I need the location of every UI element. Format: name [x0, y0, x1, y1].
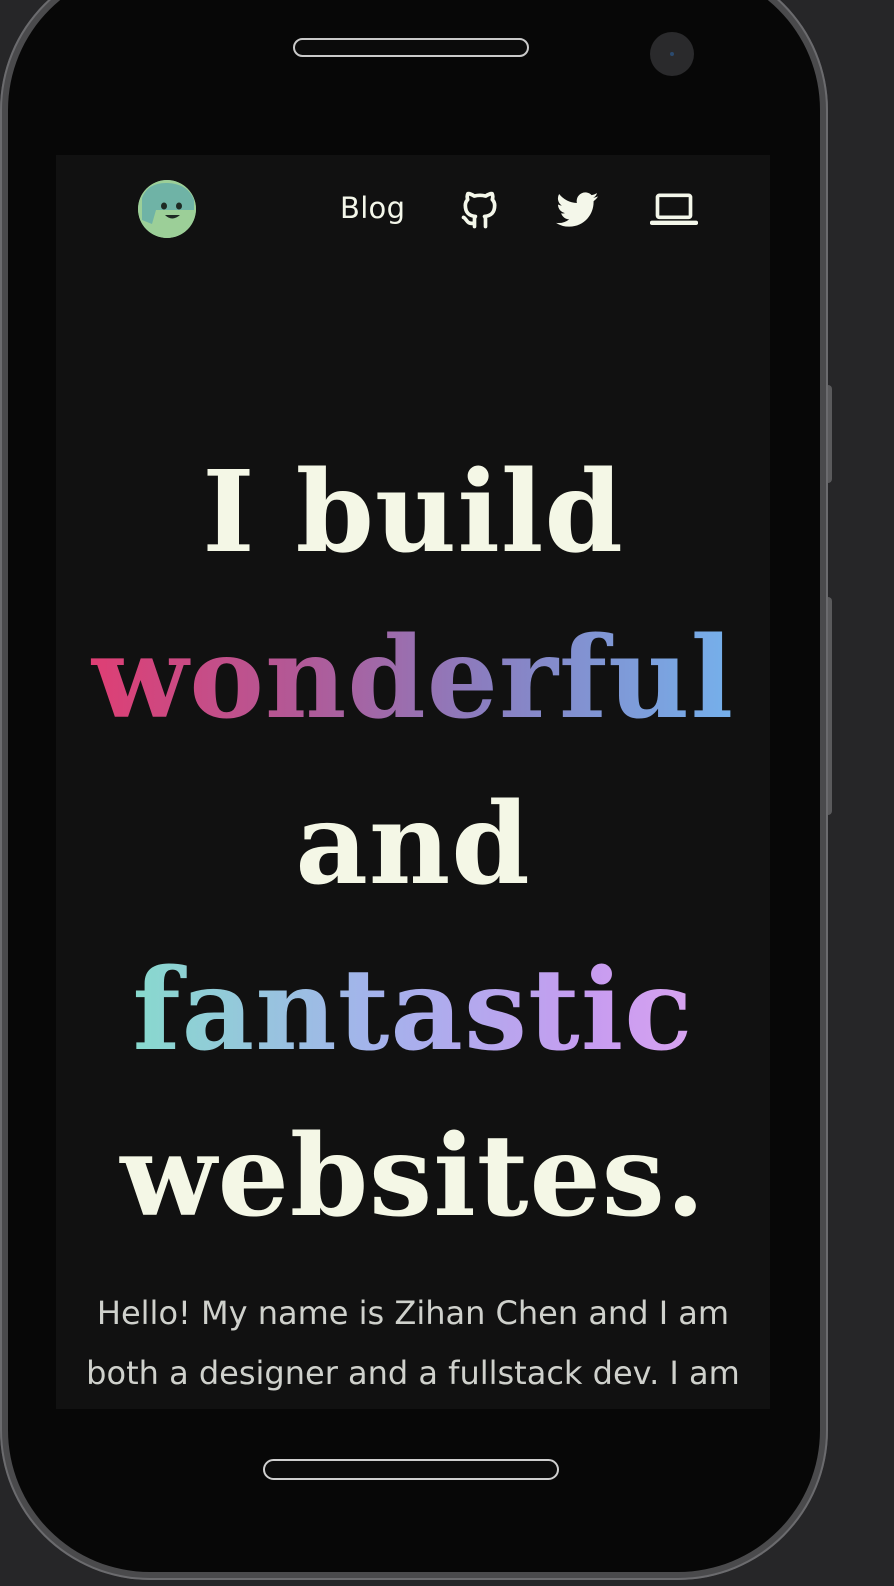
top-navigation: Blog	[56, 155, 770, 265]
hero-word-wonderful: wonderful	[56, 596, 770, 762]
nav-link-blog[interactable]: Blog	[340, 188, 405, 228]
hero-line-5: websites.	[120, 1111, 706, 1243]
laptop-icon	[649, 193, 699, 226]
hero-word-fantastic: fantastic	[56, 928, 770, 1094]
twitter-link[interactable]	[556, 188, 600, 232]
projects-link[interactable]	[649, 188, 699, 232]
web-page-screen: Blog I build wonderful and fantastic web…	[56, 155, 770, 1409]
front-camera-icon	[650, 32, 694, 76]
github-link[interactable]	[458, 188, 502, 232]
hero-line-1: I build	[202, 447, 624, 579]
hero-headline: I build wonderful and fantastic websites…	[56, 430, 770, 1260]
phone-speaker	[293, 38, 529, 57]
phone-home-button	[263, 1459, 559, 1480]
intro-paragraph: Hello! My name is Zihan Chen and I am bo…	[86, 1294, 740, 1392]
device-mockup: Blog I build wonderful and fantastic web…	[0, 0, 894, 1586]
avatar[interactable]	[138, 180, 196, 238]
smiling-face-avatar-icon	[138, 180, 196, 238]
twitter-icon	[556, 192, 599, 227]
hero-line-3: and	[295, 779, 531, 911]
github-icon	[461, 191, 497, 229]
